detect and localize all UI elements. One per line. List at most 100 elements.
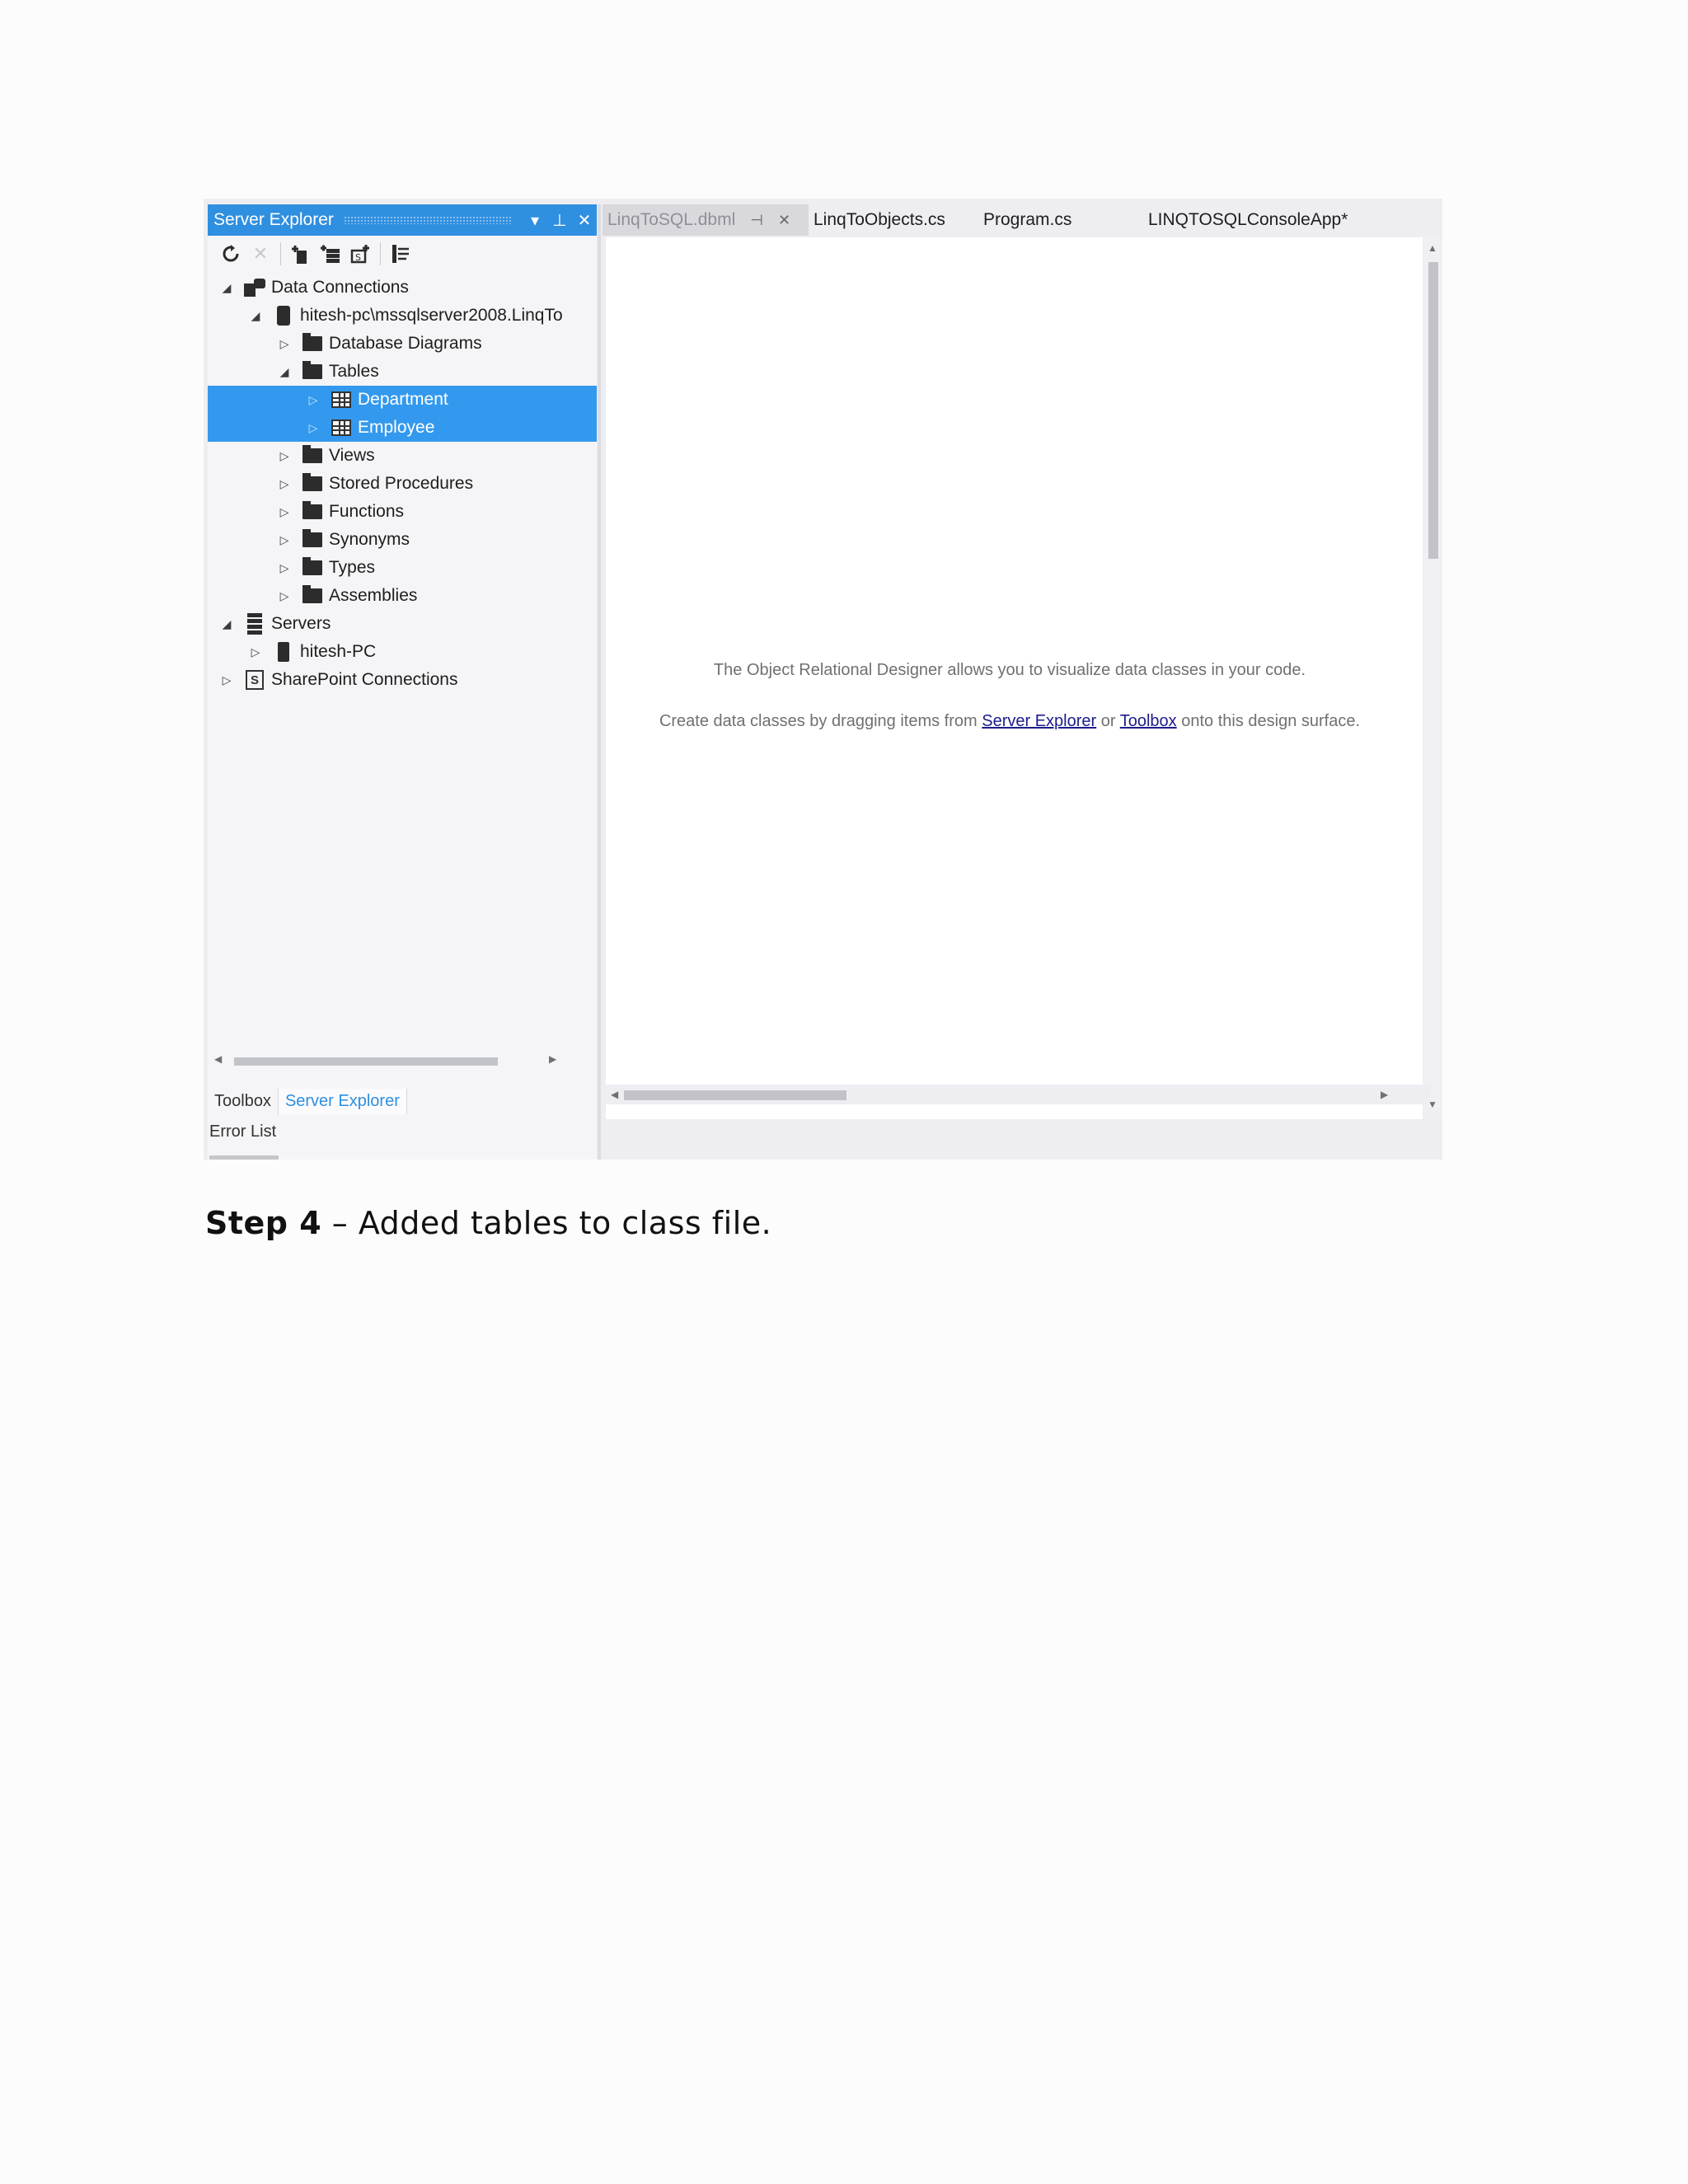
tree-node[interactable]: ▷ Employee bbox=[208, 414, 597, 442]
connect-to-database-icon[interactable] bbox=[286, 241, 316, 266]
designer-instructions: Create data classes by dragging items fr… bbox=[651, 709, 1368, 733]
database-icon-shape bbox=[277, 306, 290, 326]
folder-icon-shape bbox=[302, 585, 322, 603]
collapse-arrow-icon[interactable]: ◢ bbox=[248, 309, 263, 323]
dropdown-icon[interactable]: ▾ bbox=[523, 210, 547, 231]
tree-node-label: hitesh-PC bbox=[300, 642, 377, 661]
tree-node[interactable]: ▷ Department bbox=[208, 386, 597, 414]
server-explorer-link[interactable]: Server Explorer bbox=[982, 712, 1096, 730]
tree-node[interactable]: ▷ hitesh-PC bbox=[208, 638, 597, 666]
toolbar-separator bbox=[380, 242, 381, 265]
collapse-arrow-icon[interactable]: ◢ bbox=[219, 281, 234, 295]
panel-bottom-tabs: Toolbox Server Explorer bbox=[208, 1086, 407, 1114]
tab-linqtosql-dbml[interactable]: LinqToSQL.dbml ⊣ ✕ bbox=[603, 204, 809, 236]
scrollbar-thumb[interactable] bbox=[1428, 262, 1438, 559]
titlebar-grip[interactable] bbox=[343, 216, 513, 224]
tree-node-label: hitesh-pc\mssqlserver2008.LinqTo bbox=[300, 306, 563, 325]
tree-node-label: Types bbox=[329, 558, 376, 577]
tree-node[interactable]: ▷ Assemblies bbox=[208, 582, 597, 610]
toolbar-separator bbox=[280, 242, 281, 265]
tree-node-label: Department bbox=[358, 390, 448, 409]
properties-icon[interactable] bbox=[386, 241, 415, 266]
tree-node[interactable]: ▷ Functions bbox=[208, 498, 597, 526]
sharepoint-icon: S bbox=[244, 670, 265, 690]
collapse-arrow-icon[interactable]: ◢ bbox=[219, 617, 234, 631]
stop-icon[interactable]: ✕ bbox=[246, 241, 275, 266]
scroll-left-icon[interactable]: ◀ bbox=[214, 1053, 222, 1065]
tree-node[interactable]: ▷ Database Diagrams bbox=[208, 330, 597, 358]
expand-arrow-icon[interactable]: ▷ bbox=[277, 505, 292, 519]
folder-icon-shape bbox=[302, 473, 322, 491]
tree-node[interactable]: ▷ Views bbox=[208, 442, 597, 470]
expand-arrow-icon[interactable]: ▷ bbox=[277, 449, 292, 463]
pin-tab-icon[interactable]: ⊣ bbox=[750, 212, 763, 229]
table-icon bbox=[331, 418, 352, 438]
folder-icon bbox=[302, 557, 323, 578]
expand-arrow-icon[interactable]: ▷ bbox=[277, 561, 292, 575]
tab-linqtosqlconsoleapp[interactable]: LINQTOSQLConsoleApp* bbox=[1143, 204, 1353, 236]
tab-linqtoobjects-cs[interactable]: LinqToObjects.cs bbox=[809, 204, 945, 236]
folder-icon-shape bbox=[302, 501, 322, 519]
tree-node[interactable]: ◢ Tables bbox=[208, 358, 597, 386]
connect-to-sharepoint-icon[interactable]: S bbox=[345, 241, 375, 266]
tree-node-label: Database Diagrams bbox=[329, 334, 482, 353]
scrollbar-thumb[interactable] bbox=[624, 1090, 846, 1100]
tab-server-explorer[interactable]: Server Explorer bbox=[277, 1089, 407, 1114]
tree-node-label: Assemblies bbox=[329, 586, 418, 605]
tree-node[interactable]: ◢ hitesh-pc\mssqlserver2008.LinqTo bbox=[208, 302, 597, 330]
tab-program-cs[interactable]: Program.cs bbox=[978, 204, 1143, 236]
database-icon bbox=[273, 306, 294, 326]
expand-arrow-icon[interactable]: ▷ bbox=[306, 421, 321, 435]
tree-node[interactable]: ▷ Stored Procedures bbox=[208, 470, 597, 498]
panel-splitter[interactable] bbox=[598, 204, 601, 1160]
pin-icon[interactable]: ⊥ bbox=[547, 210, 572, 231]
step-text: – Added tables to class file. bbox=[321, 1205, 772, 1241]
designer-horizontal-scrollbar[interactable]: ◀ ▶ bbox=[606, 1085, 1430, 1104]
close-tab-icon[interactable]: ✕ bbox=[778, 212, 790, 229]
instructions-prefix: Create data classes by dragging items fr… bbox=[659, 712, 982, 730]
expand-arrow-icon[interactable]: ▷ bbox=[277, 337, 292, 351]
tree-node[interactable]: ◢ Data Connections bbox=[208, 274, 597, 302]
folder-icon-shape bbox=[302, 333, 322, 351]
tree-node-label: Stored Procedures bbox=[329, 474, 474, 493]
expand-arrow-icon[interactable]: ▷ bbox=[277, 589, 292, 603]
tree-node[interactable]: ◢ Servers bbox=[208, 610, 597, 638]
refresh-icon[interactable] bbox=[216, 241, 246, 266]
tree-node[interactable]: ▷ Synonyms bbox=[208, 526, 597, 554]
document-tab-bar: LinqToSQL.dbml ⊣ ✕ LinqToObjects.cs Prog… bbox=[603, 204, 1442, 236]
tree-node-label: Functions bbox=[329, 502, 405, 521]
table-icon-shape bbox=[331, 391, 351, 408]
expand-arrow-icon[interactable]: ▷ bbox=[306, 393, 321, 407]
expand-arrow-icon[interactable]: ▷ bbox=[248, 645, 263, 659]
tab-toolbox[interactable]: Toolbox bbox=[208, 1089, 278, 1114]
tree-node-label: SharePoint Connections bbox=[271, 670, 458, 689]
tree-node[interactable]: ▷ S SharePoint Connections bbox=[208, 666, 597, 694]
step-number: Step 4 bbox=[205, 1205, 322, 1241]
expand-arrow-icon[interactable]: ▷ bbox=[277, 533, 292, 547]
expand-arrow-icon[interactable]: ▷ bbox=[219, 673, 234, 687]
data-connections-icon bbox=[244, 278, 265, 298]
server-explorer-titlebar: Server Explorer ▾ ⊥ ✕ bbox=[208, 204, 597, 236]
scroll-left-icon[interactable]: ◀ bbox=[611, 1089, 618, 1100]
collapse-arrow-icon[interactable]: ◢ bbox=[277, 365, 292, 379]
close-icon[interactable]: ✕ bbox=[572, 210, 597, 231]
folder-icon-shape bbox=[302, 445, 322, 463]
scrollbar-thumb[interactable] bbox=[234, 1057, 498, 1066]
toolbox-link[interactable]: Toolbox bbox=[1120, 712, 1177, 730]
tree-node-label: Views bbox=[329, 446, 375, 465]
server-explorer-panel: Server Explorer ▾ ⊥ ✕ ✕ S ◢ Data Connect… bbox=[208, 204, 597, 1160]
tree-node[interactable]: ▷ Types bbox=[208, 554, 597, 582]
svg-text:S: S bbox=[355, 252, 361, 263]
panel-horizontal-scrollbar[interactable]: ◀ ▶ bbox=[208, 1052, 597, 1070]
or-designer-surface[interactable]: The Object Relational Designer allows yo… bbox=[606, 237, 1442, 1119]
error-list-indicator bbox=[209, 1155, 279, 1160]
scroll-up-icon[interactable]: ▲ bbox=[1428, 242, 1437, 254]
folder-icon-shape bbox=[302, 557, 322, 575]
designer-vertical-scrollbar[interactable]: ▲ ▼ bbox=[1423, 237, 1442, 1119]
scroll-right-icon[interactable]: ▶ bbox=[1381, 1089, 1388, 1100]
expand-arrow-icon[interactable]: ▷ bbox=[277, 477, 292, 491]
scroll-right-icon[interactable]: ▶ bbox=[549, 1053, 556, 1065]
tab-label: LinqToSQL.dbml bbox=[607, 210, 736, 229]
tab-error-list[interactable]: Error List bbox=[208, 1122, 276, 1141]
connect-to-server-icon[interactable] bbox=[316, 241, 345, 266]
